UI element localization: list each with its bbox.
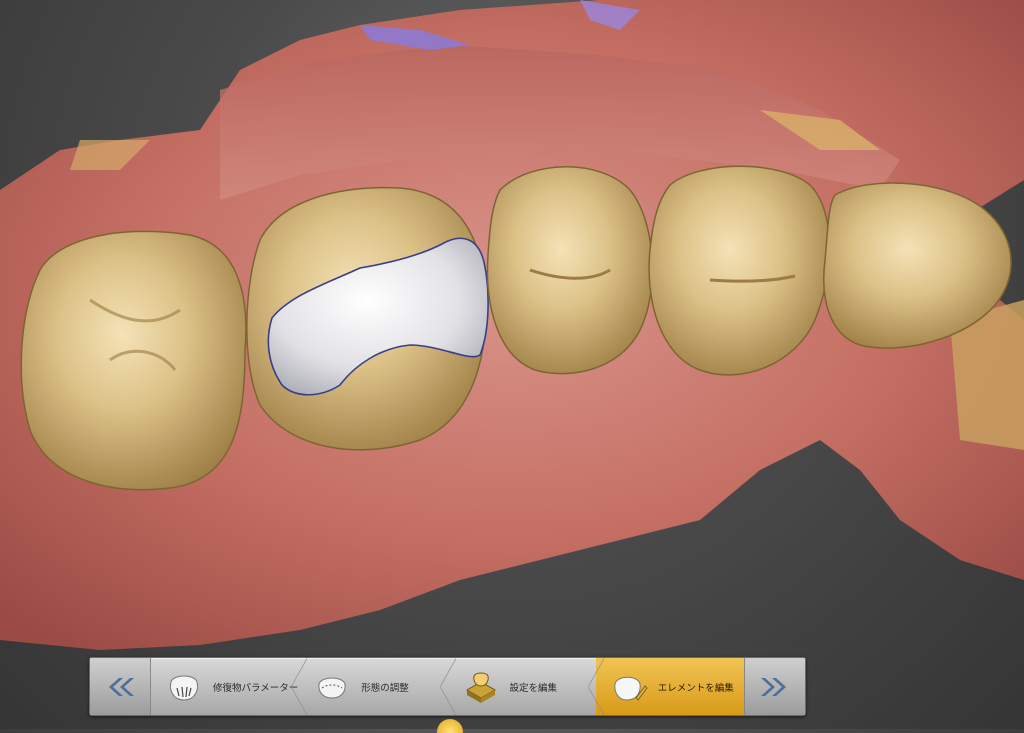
step-label: エレメントを編集 <box>657 682 734 694</box>
dental-scan-viewport[interactable] <box>0 0 1024 729</box>
tooth-molar-1[interactable] <box>20 230 247 491</box>
step-restoration-parameters[interactable]: 修復物パラメーター <box>151 658 299 715</box>
workflow-toolbar: 修復物パラメーター 形態の調整 設定を編集 エレメントを編集 <box>89 657 806 716</box>
element-edit-icon <box>614 676 648 701</box>
step-label: 設定を編集 <box>509 682 558 694</box>
double-chevron-right-icon <box>761 677 786 696</box>
next-step-button[interactable] <box>744 658 805 715</box>
shape-adjust-icon <box>318 677 346 699</box>
tooth-premolar-1[interactable] <box>486 166 654 375</box>
step-label: 形態の調整 <box>361 682 409 694</box>
tooth-molar-2[interactable] <box>246 186 489 451</box>
settings-edit-icon <box>465 672 496 703</box>
step-shape-adjust[interactable]: 形態の調整 <box>291 658 447 715</box>
step-element-edit[interactable]: エレメントを編集 <box>587 658 744 715</box>
step-label: 修復物パラメーター <box>213 682 299 694</box>
step-settings-edit[interactable]: 設定を編集 <box>439 658 596 715</box>
previous-step-button[interactable] <box>90 658 151 715</box>
double-chevron-left-icon <box>109 677 134 696</box>
workflow-steps: 修復物パラメーター 形態の調整 設定を編集 エレメントを編集 <box>151 658 744 715</box>
restoration-parameters-icon <box>170 675 198 701</box>
